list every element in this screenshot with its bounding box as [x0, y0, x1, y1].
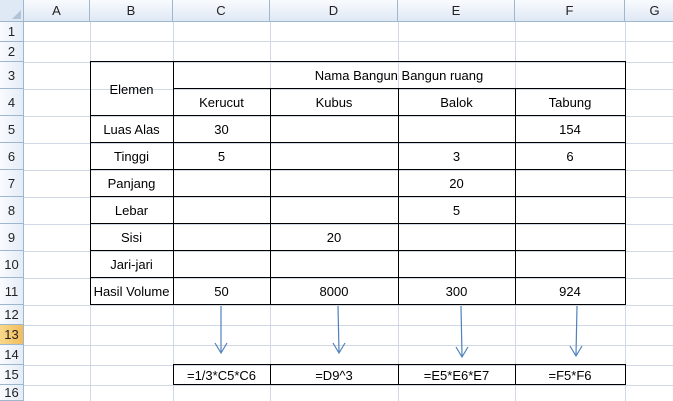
arrow-c	[214, 306, 228, 355]
arrow-e	[455, 305, 469, 359]
arrows-layer	[214, 305, 583, 359]
arrow-d	[332, 305, 346, 355]
spreadsheet[interactable]: A B C D E F G 1 2 3 4 5 6 7 8 9 10 11 12…	[0, 0, 673, 401]
arrow-f	[569, 305, 583, 358]
